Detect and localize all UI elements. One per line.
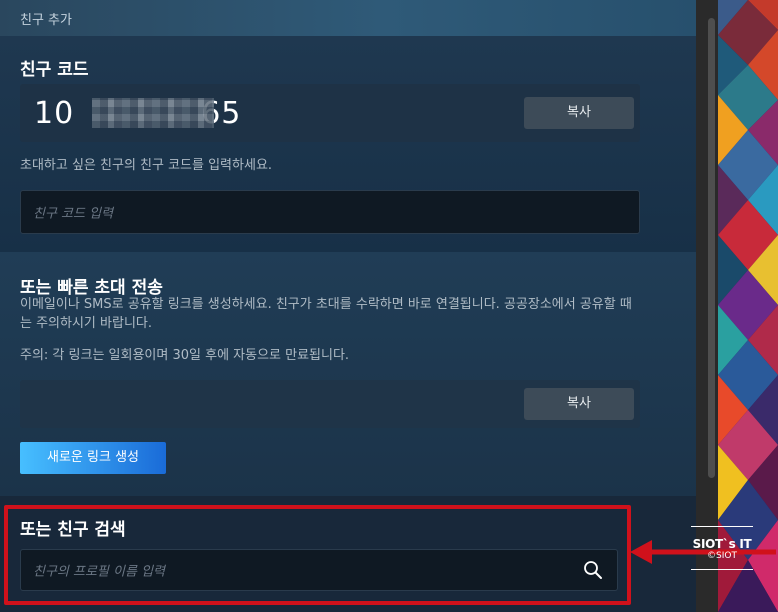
friend-code-input[interactable]: 친구 코드 입력	[20, 190, 640, 234]
generate-link-button[interactable]: 새로운 링크 생성	[20, 442, 166, 474]
window-title: 친구 추가	[20, 13, 72, 28]
quick-invite-description: 이메일이나 SMS로 공유할 링크를 생성하세요. 친구가 초대를 수락하면 바…	[20, 297, 632, 331]
copy-link-button[interactable]: 복사	[524, 388, 634, 420]
watermark-line1: SIOT`s IT	[692, 537, 752, 551]
redacted-code-blur	[92, 98, 214, 128]
copy-code-button[interactable]: 복사	[524, 97, 634, 129]
decorative-background	[718, 0, 778, 612]
friend-code-prompt: 초대하고 싶은 친구의 친구 코드를 입력하세요.	[20, 158, 273, 173]
watermark: SIOT`s IT ©SIOT	[690, 526, 754, 580]
quick-invite-note: 주의: 각 링크는 일회용이며 30일 후에 자동으로 만료됩니다.	[20, 348, 350, 363]
friend-code-input-placeholder: 친구 코드 입력	[33, 206, 114, 222]
friend-code-prefix: 10	[34, 96, 75, 131]
scrollbar-thumb[interactable]	[708, 18, 715, 478]
invite-link-box: 복사	[20, 380, 640, 428]
search-highlight-box	[4, 505, 631, 605]
title-bar: 친구 추가	[0, 0, 696, 36]
friend-code-heading: 친구 코드	[20, 60, 89, 80]
watermark-line2: ©SIOT	[707, 551, 737, 561]
friend-code-box: 10 65 복사	[20, 84, 640, 142]
